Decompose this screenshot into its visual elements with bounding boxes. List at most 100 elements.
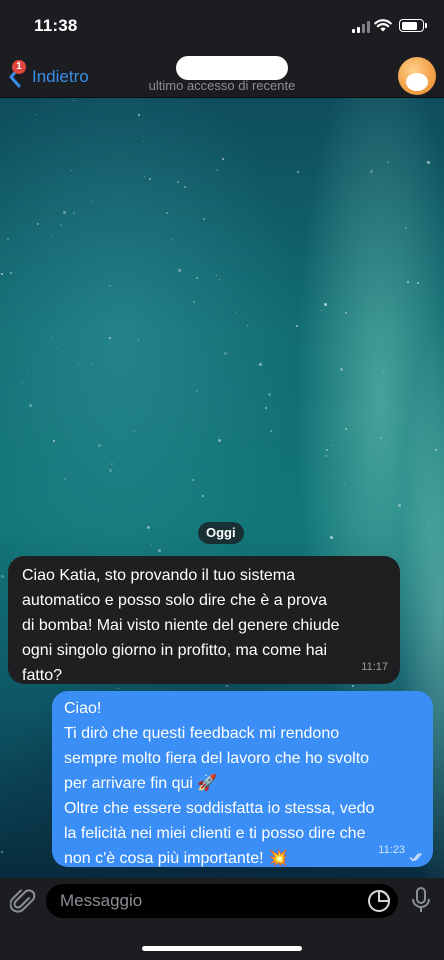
wallpaper-star	[71, 170, 72, 171]
wallpaper-star	[35, 114, 36, 115]
wallpaper-star	[224, 352, 227, 355]
wallpaper-star	[29, 404, 32, 407]
wallpaper-star	[28, 371, 29, 372]
wallpaper-star	[383, 371, 384, 372]
wallpaper-star	[332, 445, 333, 446]
wallpaper-star	[218, 420, 219, 421]
wallpaper-star	[121, 369, 122, 370]
wallpaper-star	[345, 428, 347, 430]
chat-header: 1 Indietro ultimo accesso di recente	[0, 52, 444, 98]
wallpaper-star	[387, 161, 389, 163]
wallpaper-star	[324, 303, 327, 306]
wallpaper-star	[138, 340, 139, 341]
wallpaper-star	[109, 285, 111, 287]
unread-badge: 1	[12, 60, 26, 74]
sticker-icon[interactable]	[367, 889, 391, 913]
wallpaper-star	[398, 504, 401, 507]
wallpaper-star	[330, 536, 333, 539]
wallpaper-star	[380, 437, 382, 439]
wallpaper-star	[325, 455, 327, 457]
wallpaper-star	[166, 212, 168, 214]
wallpaper-star	[149, 178, 151, 180]
wallpaper-star	[10, 272, 12, 274]
wallpaper-star	[196, 277, 198, 279]
wallpaper-star	[92, 201, 93, 202]
wallpaper-star	[428, 525, 429, 526]
wallpaper-star	[63, 211, 66, 214]
status-bar: 11:38	[0, 0, 444, 52]
wallpaper-star	[268, 393, 271, 396]
wallpaper-star	[219, 279, 220, 280]
wallpaper-star	[147, 526, 150, 529]
wallpaper-star	[151, 544, 152, 545]
wallpaper-star	[143, 141, 144, 142]
wallpaper-star	[203, 218, 205, 220]
wallpaper-star	[296, 325, 298, 327]
wallpaper-star	[370, 170, 373, 173]
message-text: Ciao Katia, sto provando il tuo sistema …	[22, 567, 340, 684]
wallpaper-star	[259, 363, 262, 366]
wallpaper-star	[178, 269, 181, 272]
wallpaper-star	[1, 851, 3, 853]
wallpaper-star	[265, 407, 267, 409]
wallpaper-star	[109, 469, 112, 472]
wallpaper-star	[202, 495, 204, 497]
wallpaper-star	[236, 312, 237, 313]
message-time: 11:17	[361, 661, 388, 673]
wallpaper-star	[345, 312, 347, 314]
wallpaper-star	[193, 301, 195, 303]
wallpaper-star	[138, 114, 140, 116]
battery-level	[401, 21, 417, 30]
wallpaper-star	[192, 479, 194, 481]
wallpaper-star	[109, 337, 111, 339]
cellular-signal-icon	[352, 21, 370, 33]
wallpaper-star	[222, 158, 224, 160]
contact-status: ultimo accesso di recente	[148, 78, 296, 93]
wallpaper-star	[7, 238, 9, 240]
wallpaper-star	[73, 100, 74, 101]
incoming-message[interactable]: Ciao Katia, sto provando il tuo sistema …	[8, 556, 400, 684]
date-separator: Oggi	[198, 522, 244, 544]
wallpaper-star	[158, 549, 161, 552]
home-indicator[interactable]	[142, 946, 302, 951]
outgoing-message[interactable]: Ciao! Ti dirò che questi feedback mi ren…	[52, 691, 433, 867]
message-text: Ciao! Ti dirò che questi feedback mi ren…	[64, 700, 375, 867]
wallpaper-star	[111, 463, 113, 465]
message-input[interactable]	[46, 884, 398, 918]
double-check-icon	[409, 853, 423, 862]
wallpaper-star	[144, 176, 145, 177]
wallpaper-star	[270, 430, 272, 432]
wallpaper-star	[171, 239, 172, 240]
microphone-icon[interactable]	[411, 886, 431, 914]
wallpaper-star	[344, 484, 345, 485]
wallpaper-star	[184, 186, 186, 188]
wallpaper-star	[218, 439, 221, 442]
wallpaper-star	[321, 310, 322, 311]
wallpaper-star	[297, 171, 299, 173]
wallpaper-star	[73, 212, 75, 214]
wallpaper-star	[64, 478, 66, 480]
wallpaper-star	[435, 449, 437, 451]
wallpaper-star	[196, 390, 198, 392]
chat-area[interactable]: Oggi Ciao Katia, sto provando il tuo sis…	[0, 98, 444, 878]
wallpaper-star	[60, 224, 62, 226]
message-time: 11:23	[378, 844, 405, 856]
wallpaper-star	[247, 325, 248, 326]
contact-name-redacted[interactable]	[176, 56, 288, 80]
wallpaper-star	[22, 382, 23, 383]
wallpaper-star	[134, 431, 135, 432]
wallpaper-star	[37, 223, 39, 225]
avatar-redaction	[406, 73, 428, 91]
wifi-icon	[374, 19, 392, 32]
wallpaper-star	[52, 337, 53, 338]
battery-icon	[399, 19, 427, 32]
wallpaper-star	[142, 373, 143, 374]
wallpaper-star	[51, 236, 52, 237]
paperclip-icon[interactable]	[10, 887, 36, 915]
wallpaper-star	[340, 368, 343, 371]
contact-avatar[interactable]	[398, 57, 436, 95]
wallpaper-star	[216, 275, 217, 276]
wallpaper-star	[53, 440, 55, 442]
message-composer	[0, 878, 444, 960]
status-time: 11:38	[34, 16, 78, 35]
